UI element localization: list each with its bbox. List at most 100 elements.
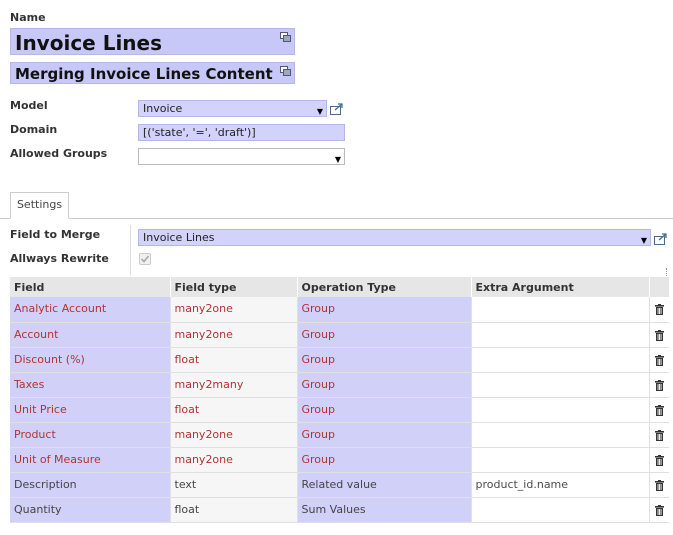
delete-row-button[interactable] — [649, 497, 669, 523]
allowed-groups-label: Allowed Groups — [10, 147, 108, 160]
table-row[interactable]: Description text Related value product_id.n… — [10, 472, 669, 498]
column-header[interactable]: Field type — [170, 277, 298, 297]
table-row[interactable]: Analytic Account many2one Group — [10, 297, 669, 323]
operation-type-cell[interactable]: Group — [297, 372, 472, 398]
column-resize-handle — [666, 268, 668, 276]
operation-type-cell[interactable]: Group — [297, 397, 472, 423]
extra-argument-cell[interactable] — [471, 497, 650, 523]
trash-icon[interactable] — [654, 329, 664, 341]
trash-icon[interactable] — [654, 379, 664, 391]
trash-icon[interactable] — [654, 304, 664, 315]
name-value: Invoice Lines — [15, 31, 163, 55]
table-row[interactable]: Product many2one Group — [10, 422, 669, 448]
field-cell[interactable]: Quantity — [10, 497, 171, 523]
field-type-cell[interactable]: many2one — [170, 297, 298, 323]
domain-input[interactable]: [('state', '=', 'draft')] — [138, 124, 345, 141]
always-rewrite-label: Allways Rewrite — [10, 252, 109, 265]
table-row[interactable]: Quantity float Sum Values — [10, 497, 669, 523]
settings-divider — [130, 225, 132, 275]
chevron-down-icon: ▼ — [640, 236, 647, 245]
delete-row-button[interactable] — [649, 422, 669, 448]
model-label: Model — [10, 99, 48, 112]
translate-icon[interactable] — [280, 32, 291, 42]
trash-icon[interactable] — [654, 429, 664, 441]
field-cell[interactable]: Taxes — [10, 372, 171, 398]
operation-type-cell[interactable]: Group — [297, 447, 472, 473]
operation-type-cell[interactable]: Group — [297, 322, 472, 348]
domain-value: [('state', '=', 'draft')] — [143, 126, 256, 139]
field-cell[interactable]: Account — [10, 322, 171, 348]
table-row[interactable]: Discount (%) float Group — [10, 347, 669, 373]
always-rewrite-checkbox[interactable] — [139, 253, 151, 265]
description-field[interactable]: Merging Invoice Lines Content — [10, 62, 295, 84]
field-type-cell[interactable]: text — [170, 472, 298, 498]
external-link-icon[interactable] — [654, 233, 668, 245]
trash-icon[interactable] — [654, 404, 664, 416]
name-field[interactable]: Invoice Lines — [10, 28, 295, 55]
extra-argument-cell[interactable] — [471, 347, 650, 373]
extra-argument-cell[interactable] — [471, 297, 650, 323]
trash-icon[interactable] — [654, 479, 664, 491]
tab-settings[interactable]: Settings — [10, 192, 69, 219]
delete-row-button[interactable] — [649, 297, 669, 323]
column-header[interactable]: Extra Argument — [471, 277, 650, 297]
column-header[interactable]: Field — [10, 277, 171, 297]
extra-argument-cell[interactable] — [471, 422, 650, 448]
field-cell[interactable]: Discount (%) — [10, 347, 171, 373]
table-row[interactable]: Unit Price float Group — [10, 397, 669, 423]
extra-argument-cell[interactable] — [471, 372, 650, 398]
domain-label: Domain — [10, 123, 58, 136]
description-value: Merging Invoice Lines Content — [15, 65, 273, 83]
model-select[interactable]: Invoice ▼ — [138, 100, 327, 117]
external-link-icon[interactable] — [330, 103, 344, 115]
delete-row-button[interactable] — [649, 397, 669, 423]
trash-icon[interactable] — [654, 354, 664, 366]
chevron-down-icon: ▼ — [334, 155, 341, 164]
operation-type-cell[interactable]: Sum Values — [297, 497, 472, 523]
delete-row-button[interactable] — [649, 472, 669, 498]
column-header[interactable]: Operation Type — [297, 277, 472, 297]
delete-row-button[interactable] — [649, 447, 669, 473]
operation-type-cell[interactable]: Related value — [297, 472, 472, 498]
field-to-merge-label: Field to Merge — [10, 228, 101, 241]
translate-icon[interactable] — [280, 66, 291, 76]
field-cell[interactable]: Unit Price — [10, 397, 171, 423]
table-row[interactable]: Taxes many2many Group — [10, 372, 669, 398]
field-type-cell[interactable]: many2one — [170, 322, 298, 348]
field-cell[interactable]: Unit of Measure — [10, 447, 171, 473]
field-cell[interactable]: Analytic Account — [10, 297, 171, 323]
chevron-down-icon: ▼ — [316, 107, 323, 116]
trash-icon[interactable] — [654, 454, 664, 466]
operation-type-cell[interactable]: Group — [297, 347, 472, 373]
field-cell[interactable]: Product — [10, 422, 171, 448]
field-type-cell[interactable]: many2many — [170, 372, 298, 398]
delete-row-button[interactable] — [649, 322, 669, 348]
table-header: Field Field type Operation Type Extra Ar… — [10, 277, 670, 297]
field-type-cell[interactable]: float — [170, 497, 298, 523]
field-type-cell[interactable]: float — [170, 397, 298, 423]
field-to-merge-select[interactable]: Invoice Lines ▼ — [138, 229, 651, 246]
table-row[interactable]: Account many2one Group — [10, 322, 669, 348]
operation-type-cell[interactable]: Group — [297, 297, 472, 323]
model-value: Invoice — [143, 102, 183, 115]
field-cell[interactable]: Description — [10, 472, 171, 498]
delete-row-button[interactable] — [649, 372, 669, 398]
name-label: Name — [10, 11, 46, 24]
extra-argument-cell[interactable] — [471, 397, 650, 423]
trash-icon[interactable] — [654, 504, 664, 516]
field-type-cell[interactable]: many2one — [170, 422, 298, 448]
merge-fields-table: Field Field type Operation Type Extra Ar… — [10, 277, 670, 523]
allowed-groups-select[interactable]: ▼ — [138, 148, 345, 165]
tab-settings-label: Settings — [16, 198, 63, 211]
tab-divider — [0, 218, 673, 219]
operation-type-cell[interactable]: Group — [297, 422, 472, 448]
extra-argument-cell[interactable] — [471, 447, 650, 473]
delete-row-button[interactable] — [649, 347, 669, 373]
column-header-actions — [649, 277, 670, 297]
table-row[interactable]: Unit of Measure many2one Group — [10, 447, 669, 473]
field-type-cell[interactable]: float — [170, 347, 298, 373]
field-type-cell[interactable]: many2one — [170, 447, 298, 473]
extra-argument-cell[interactable] — [471, 322, 650, 348]
extra-argument-cell[interactable]: product_id.name — [471, 472, 650, 498]
field-to-merge-value: Invoice Lines — [143, 231, 215, 244]
